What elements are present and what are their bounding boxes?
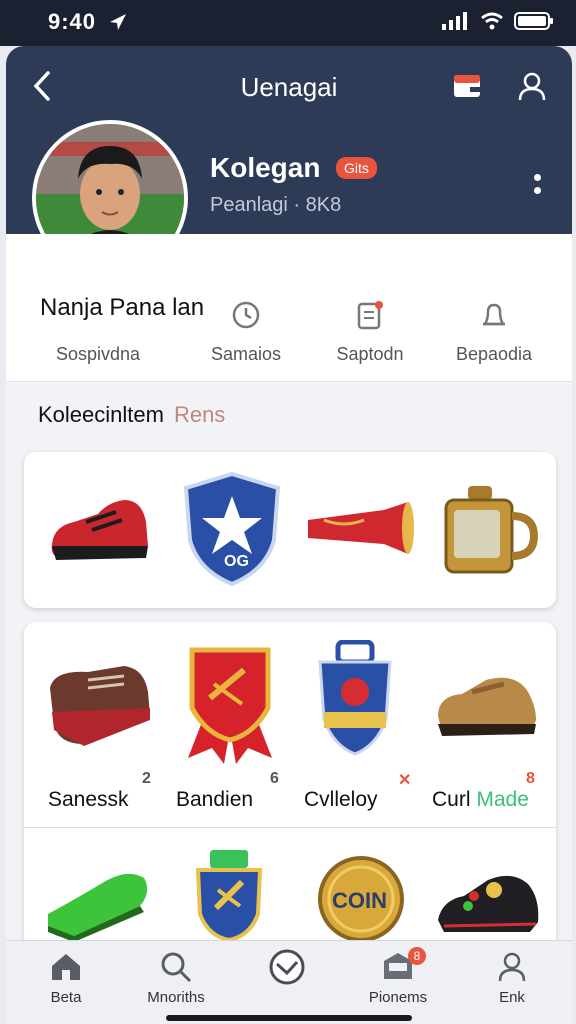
app-screen: Uenagai Kolegan Gits Peanlagi · 8K8 Nanj… [6,46,572,1024]
dot [533,187,541,194]
nav-item-home[interactable]: Beta [16,951,116,1006]
item-tile[interactable] [312,639,398,765]
profile-name: Kolegan [210,152,321,183]
location-arrow-icon [110,14,126,30]
item-tile[interactable]: COIN [314,856,408,947]
bell-icon [482,303,506,326]
wifi-icon [481,12,503,30]
battery-icon [514,12,553,30]
dot [533,174,541,181]
clipboard-icon [357,301,383,330]
nav-label: Beta [50,989,82,1006]
status-bar: 9:40 [0,0,576,46]
brown-boot-icon [50,666,150,746]
item-tile[interactable] [46,482,154,579]
red-sneaker-icon [51,500,148,560]
compass-icon [269,949,305,985]
stat-label: Saptodn [336,344,404,364]
green-cleat-icon [48,873,148,942]
page-title: Uenagai [240,72,338,102]
status-badge: Gits [336,157,377,179]
collection-title: Koleecinltem Rens [38,402,225,428]
gold-coin-icon: COIN [318,856,404,942]
gold-watch-icon [444,486,539,574]
stat-label: Sospivdna [55,344,141,364]
coin-text: COIN [332,888,387,913]
brown-shoe-icon [438,677,536,736]
item-tile[interactable] [194,848,264,947]
signal-icon [442,12,467,30]
black-sneaker-icon [438,875,539,932]
clock-icon [232,301,260,329]
nav-label: Pionems [368,989,428,1006]
item-label-accent: Made [476,788,529,811]
stat-label: Bepaodia [455,344,533,364]
item-card: OG [24,452,556,608]
item-tile[interactable] [438,482,539,583]
home-icon [52,954,80,980]
stat-item[interactable]: Saptodn [310,298,430,365]
home-indicator [166,1015,412,1021]
nav-item-compass[interactable] [237,949,337,989]
user-icon [498,952,526,982]
nav-item-profile[interactable]: Enk [462,951,562,1006]
item-tile[interactable] [304,498,414,563]
status-time: 9:40 [48,9,97,34]
divider [24,827,556,828]
nav-label: Enk [499,989,525,1006]
stat-item[interactable]: Samaios [186,298,306,365]
more-options-button[interactable] [526,166,548,202]
wallet-icon [454,75,480,97]
item-count: 8 [526,770,535,787]
medal-crest-icon [318,639,392,756]
green-medal-icon [195,850,263,943]
profile-stats: Nanja Pana lan Sospivdna Samaios Saptodn… [6,234,572,382]
item-label: Curl Made [432,788,529,812]
ribbon-badge-icon [188,647,272,764]
stat-item[interactable]: Bepaodia [434,298,554,365]
item-tile[interactable] [44,868,154,947]
user-icon [518,72,546,101]
stat-label: Samaios [210,344,282,364]
shield-text: OG [224,553,249,570]
nav-item-search[interactable]: Mnoriths [126,951,226,1006]
collection-heading: Koleecinltem [38,402,164,427]
notification-badge: 8 [408,947,426,965]
status-icons [442,11,554,31]
shield-star-icon: OG [183,471,281,587]
item-label-main: Curl [432,788,471,811]
profile-header: Uenagai Kolegan Gits Peanlagi · 8K8 [6,46,572,276]
collection-subtitle[interactable]: Rens [174,402,225,427]
item-tile[interactable]: OG [180,470,284,593]
nav-item-inbox[interactable]: 8 Pionems [348,947,448,1006]
profile-subtitle: Peanlagi · 8K8 [210,194,342,216]
wallet-button[interactable] [450,68,486,104]
bottom-nav: Beta Mnoriths 8 Pionems Enk [6,940,572,1024]
item-label: Bandien [176,788,254,811]
item-label: Cvlleloy [304,788,378,811]
item-label: Sanessk [48,788,129,811]
nav-label: Mnoriths [147,989,205,1006]
item-tile[interactable] [434,866,544,947]
account-button[interactable] [514,68,550,104]
search-icon [161,952,192,983]
red-horn-icon [308,502,414,554]
item-tile[interactable] [184,642,276,769]
item-count: ✕ [398,772,412,789]
item-count: 6 [270,770,279,787]
stat-item[interactable]: Sospivdna [38,298,158,365]
item-count: 2 [142,770,151,787]
item-tile[interactable] [44,658,156,753]
item-tile[interactable] [432,666,540,745]
